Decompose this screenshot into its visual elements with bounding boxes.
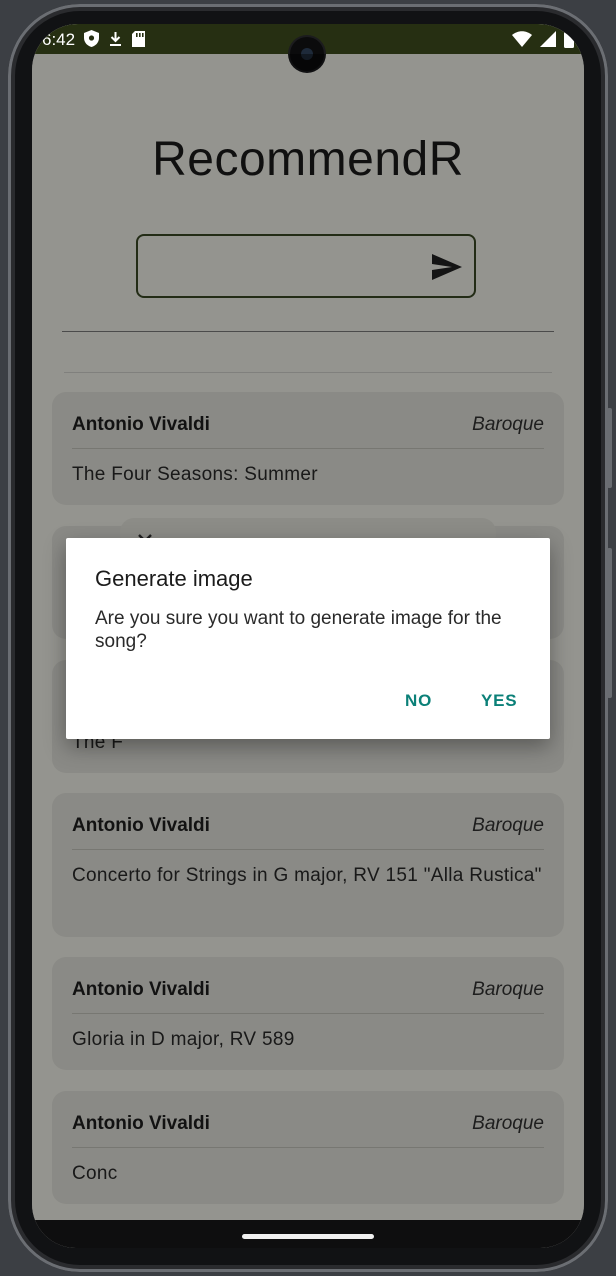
- status-time: 6:42: [42, 30, 76, 49]
- battery-icon: [564, 30, 574, 48]
- dialog-title: Generate image: [95, 566, 253, 591]
- navigation-bar: [32, 1220, 584, 1248]
- signal-icon: [540, 31, 556, 47]
- app-screen: 6:42 RecommendR Antonio Vivaldi Baroque …: [32, 24, 584, 1248]
- dialog-message: Are you sure you want to generate image …: [95, 608, 502, 652]
- download-arrow-icon: [110, 31, 121, 46]
- wifi-icon: [512, 31, 532, 47]
- no-button[interactable]: NO: [397, 687, 440, 715]
- shield-icon: [84, 30, 99, 47]
- generate-image-dialog: Generate image Are you sure you want to …: [66, 538, 550, 739]
- status-icons-left: [84, 30, 145, 47]
- volume-button: [607, 408, 612, 488]
- status-icons-right: [512, 30, 574, 48]
- sd-card-icon: [132, 30, 145, 47]
- home-gesture-handle[interactable]: [242, 1234, 374, 1239]
- yes-button[interactable]: YES: [473, 687, 525, 715]
- power-button: [607, 548, 612, 698]
